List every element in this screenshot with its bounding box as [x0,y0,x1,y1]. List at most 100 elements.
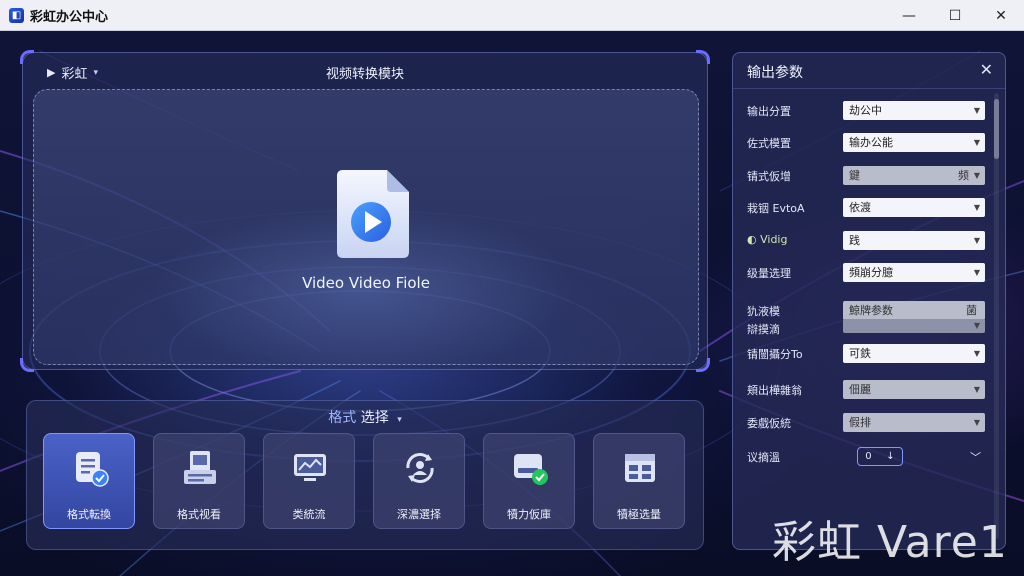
setting-select[interactable]: 践 ▼ [843,231,985,250]
setting-select[interactable]: 假排 ▼ [843,413,985,432]
video-file-icon [337,170,409,258]
format-button-1[interactable]: 格式転換 [43,433,135,529]
setting-label: 锖闓攝分To [747,348,803,361]
setting-row: 佐式模置 输办公能 ▼ [747,133,987,153]
chevron-down-icon: ▼ [973,321,980,330]
setting-select[interactable]: 可鉄 ▼ [843,344,985,363]
setting-select[interactable]: ▼ [843,319,985,333]
setting-row: ◐ Vidig 践 ▼ [747,231,987,251]
setting-label: 级量选理 [747,267,791,280]
chevron-down-icon: ▼ [973,236,980,245]
setting-label: 锖式仮增 [747,170,791,183]
setting-aux: 频 [958,169,969,182]
format-title-accent: 格式 [328,410,357,426]
setting-label: 犰液模 [747,305,780,318]
setting-value: 頻崩分臆 [849,266,893,279]
setting-label: 頬出樺雜翁 [747,384,802,397]
close-icon[interactable]: ✕ [980,60,993,79]
setting-label: 栽铟 EvtoA [747,202,805,215]
format-button-3[interactable]: 类統流 [263,433,355,529]
format-title[interactable]: 格式 选择 ▾ [27,407,703,427]
close-button[interactable]: ✕ [978,0,1024,31]
setting-row: 辯摸滴 ▼ [747,319,987,339]
drop-zone-text: Video Video Fiole [302,274,430,292]
setting-select[interactable]: 鯨牌参数 菌 [843,301,985,320]
chevron-down-icon: ▼ [973,349,980,358]
setting-value: 依渡 [849,201,871,214]
video-converter-panel: ▶ 彩虹 ▾ 视频转换模块 Video Video Fiole [20,50,710,372]
setting-aux: 菌 [966,304,977,317]
stepper-value: 0 [865,451,872,462]
refresh-user-icon [406,453,434,483]
format-button-2[interactable]: 格式视看 [153,433,245,529]
chevron-down-icon: ▼ [973,418,980,427]
chevron-down-icon: ▼ [973,268,980,277]
setting-label: 佐式模置 [747,137,791,150]
setting-row: 输出分置 劫公中 ▼ [747,101,987,121]
setting-label: 输出分置 [747,105,791,118]
panel-header: ▶ 彩虹 ▾ 视频转换模块 [23,53,707,89]
setting-select[interactable]: 劫公中 ▼ [843,101,985,120]
setting-select[interactable]: 依渡 ▼ [843,198,985,217]
document-check-icon [76,452,109,487]
drive-check-icon [514,454,548,485]
chevron-down-icon: ▼ [973,385,980,394]
setting-row: 頬出樺雜翁 佃麗 ▼ [747,380,987,400]
format-title-text: 选择 [360,410,389,426]
quantity-stepper[interactable]: 0 ↓ [857,447,903,466]
format-button-label: 犢極选量 [617,508,661,521]
setting-value: 输办公能 [849,136,893,149]
setting-row: 议摘溫 0 ↓ ﹀ [747,447,987,467]
format-button-5[interactable]: 犢力仮庫 [483,433,575,529]
setting-value: 假排 [849,416,871,429]
scrollbar-thumb[interactable] [994,99,999,159]
setting-row: 栽铟 EvtoA 依渡 ▼ [747,198,987,218]
format-button-label: 格式転換 [67,508,111,521]
format-button-label: 格式视看 [177,508,221,521]
format-button-label: 犢力仮庫 [507,508,551,521]
shield-icon: ◐ [747,233,761,246]
setting-label: 委戲仮統 [747,417,791,430]
setting-select[interactable]: 输办公能 ▼ [843,133,985,152]
chevron-down-icon: ▼ [973,171,980,180]
setting-row: 犰液模 鯨牌参数 菌 [747,301,987,321]
setting-row: 委戲仮統 假排 ▼ [747,413,987,433]
app-logo-icon: ◧ [9,7,24,23]
setting-select[interactable]: 頻崩分臆 ▼ [843,263,985,282]
maximize-button[interactable]: ☐ [932,0,978,31]
setting-value: 践 [849,234,860,247]
settings-header: 输出参数 ✕ [733,53,1005,89]
app-title: 彩虹办公中心 [30,9,109,25]
format-button-label: 深濃選择 [397,508,441,521]
setting-row: 锖闓攝分To 可鉄 ▼ [747,344,987,364]
format-button-6[interactable]: 犢極选量 [593,433,685,529]
panel-title: 视频转换模块 [325,67,404,82]
setting-value: 鍵 [849,169,860,182]
format-button-label: 类統流 [292,508,326,521]
window-controls: — ☐ ✕ [886,0,1024,31]
setting-value: 可鉄 [849,347,871,360]
watermark-text: 彩虹 Vare1 [772,517,1008,568]
setting-select[interactable]: 鍵 频 ▼ [843,166,985,185]
chevron-down-icon: ▼ [973,138,980,147]
setting-row: 锖式仮增 鍵 频 ▼ [747,166,987,186]
format-button-4[interactable]: 深濃選择 [373,433,465,529]
setting-value: 鯨牌参数 [849,304,893,317]
setting-select[interactable]: 佃麗 ▼ [843,380,985,399]
setting-value: 劫公中 [849,104,882,117]
minimize-button[interactable]: — [886,0,932,31]
file-drop-zone[interactable]: Video Video Fiole [33,89,699,365]
title-bar: ◧ 彩虹办公中心 — ☐ ✕ [0,0,1024,31]
setting-label: 议摘溫 [747,451,780,464]
setting-label: ◐ Vidig [747,233,787,246]
setting-label-text: Vidig [760,233,788,246]
chevron-down-icon[interactable]: ﹀ [970,449,981,465]
setting-label: 辯摸滴 [747,323,780,336]
output-settings-panel: 输出参数 ✕ 输出分置 劫公中 ▼ 佐式模置 输办公能 ▼ 锖式仮增 鍵 频 ▼ 栽铟 … [732,52,1006,550]
settings-scrollbar[interactable] [994,93,999,539]
chevron-down-icon: ▾ [397,415,402,425]
calendar-grid-icon [625,454,655,482]
settings-title: 输出参数 [747,65,803,81]
stepper-arrow-icon[interactable]: ↓ [886,451,894,462]
setting-value: 佃麗 [849,383,871,396]
